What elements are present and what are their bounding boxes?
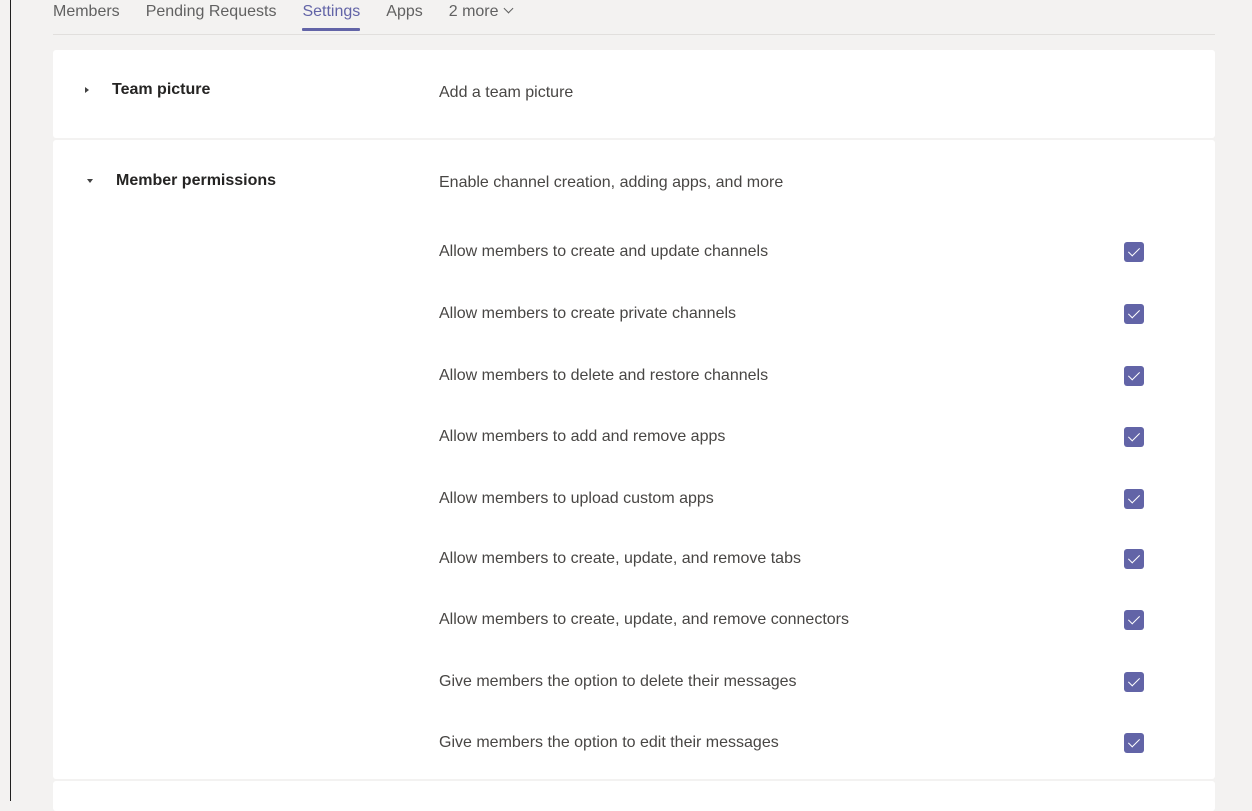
team-picture-title: Team picture — [112, 81, 211, 98]
permission-row: Give members the option to delete their … — [439, 671, 1159, 693]
permission-row: Allow members to create, update, and rem… — [439, 548, 1159, 570]
permission-checkbox[interactable] — [1124, 610, 1144, 630]
permission-checkbox[interactable] — [1124, 366, 1144, 386]
caret-down-icon — [87, 179, 93, 183]
permission-label: Allow members to create, update, and rem… — [439, 550, 801, 567]
tab-apps[interactable]: Apps — [386, 1, 422, 23]
team-tabs: Members Pending Requests Settings Apps 2… — [53, 0, 1215, 35]
settings-page: Members Pending Requests Settings Apps 2… — [0, 0, 1252, 811]
permission-row: Give members the option to edit their me… — [439, 732, 1159, 754]
chevron-down-icon — [503, 3, 513, 14]
permission-checkbox[interactable] — [1124, 733, 1144, 753]
permission-checkbox[interactable] — [1124, 242, 1144, 262]
tab-pending-requests[interactable]: Pending Requests — [146, 1, 277, 23]
permission-checkbox[interactable] — [1124, 672, 1144, 692]
permission-checkbox[interactable] — [1124, 489, 1144, 509]
team-picture-section: Team picture Add a team picture — [53, 50, 1215, 138]
window-border — [10, 0, 11, 801]
team-picture-description: Add a team picture — [439, 84, 574, 101]
permission-row: Allow members to create private channels — [439, 303, 1159, 325]
permission-row: Allow members to create and update chann… — [439, 241, 1159, 263]
member-permissions-section: Member permissions Enable channel creati… — [53, 140, 1215, 779]
permission-checkbox[interactable] — [1124, 549, 1144, 569]
permission-label: Allow members to create, update, and rem… — [439, 611, 849, 628]
tab-members[interactable]: Members — [53, 1, 120, 23]
permission-row: Allow members to delete and restore chan… — [439, 365, 1159, 387]
caret-right-icon — [85, 87, 89, 93]
permission-checkbox[interactable] — [1124, 427, 1144, 447]
permission-checkbox[interactable] — [1124, 304, 1144, 324]
permission-row: Allow members to upload custom apps — [439, 488, 1159, 510]
tab-more-label: 2 more — [448, 3, 499, 20]
team-picture-toggle[interactable]: Team picture — [85, 81, 210, 99]
member-permissions-title: Member permissions — [116, 172, 277, 189]
member-permissions-description: Enable channel creation, adding apps, an… — [439, 174, 784, 191]
permission-label: Allow members to delete and restore chan… — [439, 367, 769, 384]
permission-label: Allow members to create private channels — [439, 305, 737, 322]
permission-row: Allow members to add and remove apps — [439, 426, 1159, 448]
member-permissions-toggle[interactable]: Member permissions — [85, 172, 276, 190]
permission-label: Allow members to create and update chann… — [439, 243, 769, 260]
next-section — [53, 781, 1215, 811]
permission-label: Give members the option to delete their … — [439, 673, 797, 690]
permission-label: Allow members to upload custom apps — [439, 490, 714, 507]
permission-row: Allow members to create, update, and rem… — [439, 609, 1159, 631]
permission-label: Allow members to add and remove apps — [439, 428, 726, 445]
tab-more[interactable]: 2 more — [448, 1, 513, 23]
tab-settings[interactable]: Settings — [302, 1, 360, 31]
permission-label: Give members the option to edit their me… — [439, 734, 779, 751]
